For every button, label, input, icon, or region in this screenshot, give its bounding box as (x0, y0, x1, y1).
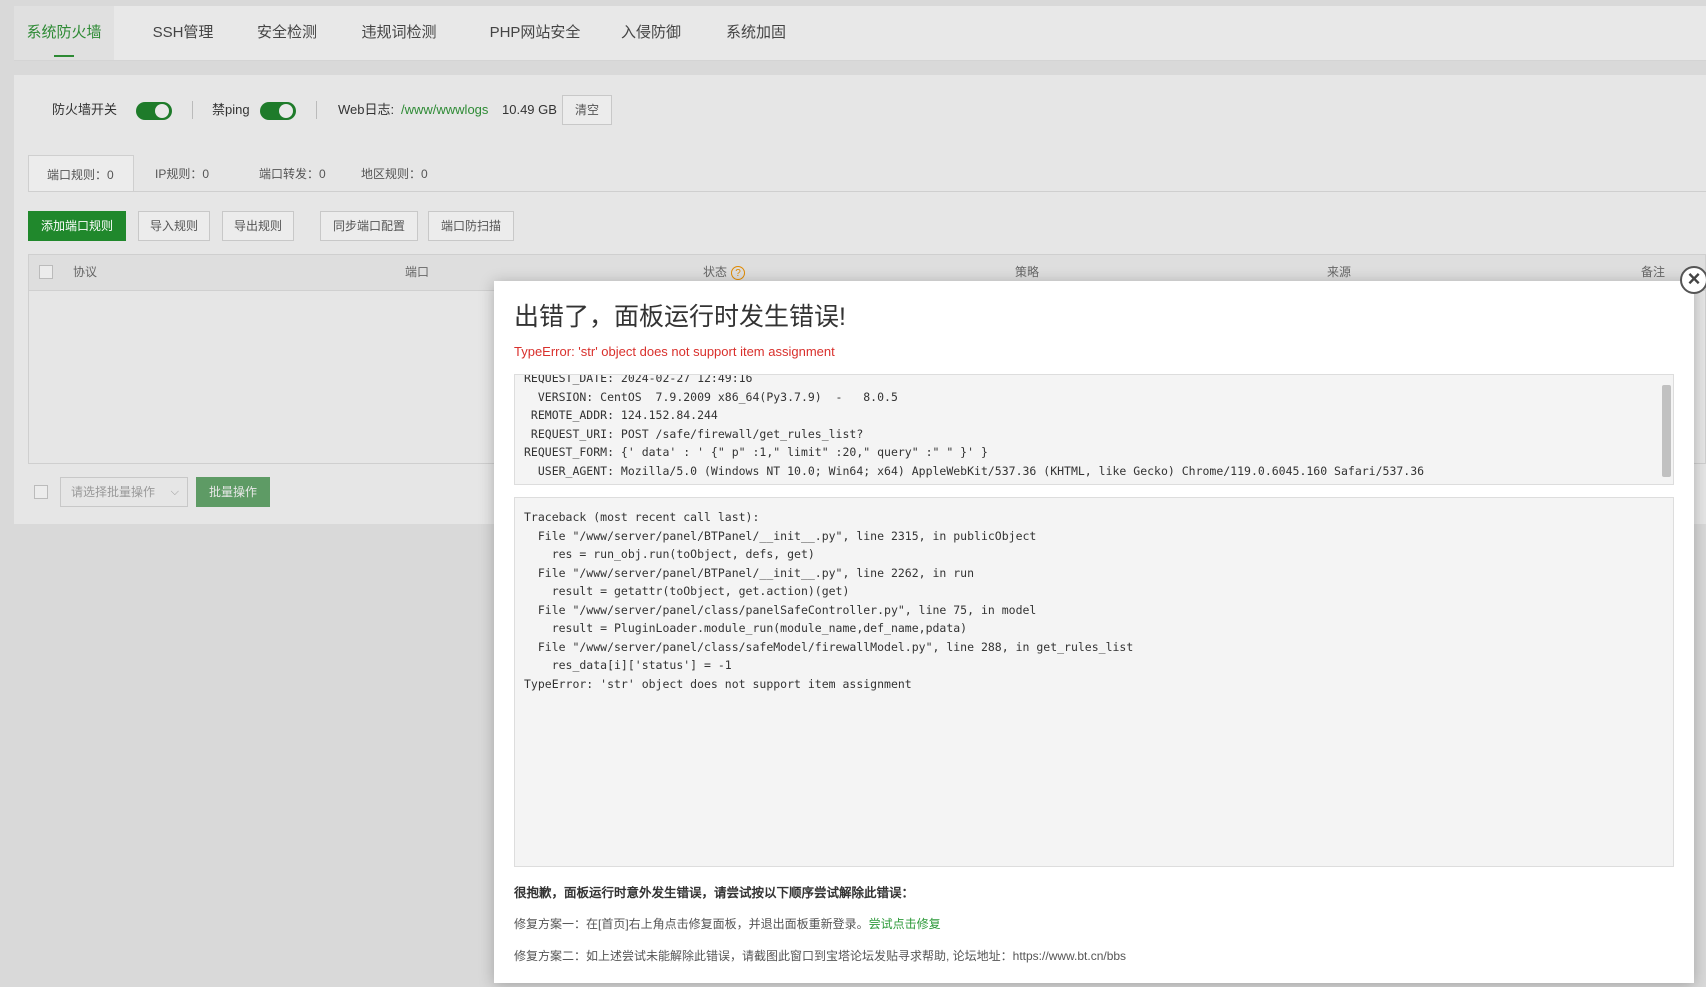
traceback-line: File "/www/server/panel/BTPanel/__init__… (524, 528, 1037, 543)
traceback-line: File "/www/server/panel/class/safeModel/… (524, 639, 1134, 654)
try-repair-link[interactable]: 尝试点击修复 (869, 917, 941, 931)
bulk-action-select[interactable]: 请选择批量操作 ⌵ (60, 477, 188, 507)
info-line: REQUEST_URI: POST /safe/firewall/get_rul… (524, 426, 864, 441)
info-line: REQUEST_FORM: {' data' : ' {" p" :1," li… (524, 445, 988, 459)
add-port-rule-button[interactable]: 添加端口规则 (28, 211, 126, 241)
bulk-select-placeholder: 请选择批量操作 (71, 485, 156, 499)
ban-ping-switch[interactable] (260, 102, 296, 120)
tab-region-rules[interactable]: 地区规则：0 (361, 155, 428, 191)
firewall-switch-label: 防火墙开关 (52, 102, 118, 117)
fix-option-one-text: 修复方案一：在[首页]右上角点击修复面板，并退出面板重新登录。 (514, 917, 869, 931)
column-protocol: 协议 (73, 265, 98, 279)
close-icon[interactable]: × (1680, 266, 1706, 294)
tab-violation-words[interactable]: 违规词检测 (346, 6, 452, 60)
fix-option-one: 修复方案一：在[首页]右上角点击修复面板，并退出面板重新登录。尝试点击修复 (514, 915, 941, 932)
info-line: REQUEST_DATE: 2024-02-27 12:49:16 (524, 374, 753, 385)
firewall-switch[interactable] (136, 102, 172, 120)
tab-security-check[interactable]: 安全检测 (240, 6, 334, 60)
traceback-line: result = PluginLoader.module_run(module_… (524, 621, 968, 635)
help-heading: 很抱歉，面板运行时意外发生错误，请尝试按以下顺序尝试解除此错误： (514, 886, 915, 900)
traceback-line: TypeError: 'str' object does not support… (524, 676, 912, 691)
info-line: VERSION: CentOS 7.9.2009 x86_64(Py3.7.9)… (524, 389, 898, 404)
traceback-line: File "/www/server/panel/BTPanel/__init__… (524, 565, 975, 580)
bulk-select-checkbox[interactable] (34, 485, 48, 499)
tab-ssh[interactable]: SSH管理 (136, 6, 230, 60)
tab-system-firewall[interactable]: 系统防火墙 (14, 6, 114, 60)
tab-ip-rules[interactable]: IP规则：0 (155, 155, 209, 191)
column-status-label: 状态 (703, 265, 728, 279)
divider (316, 101, 317, 119)
error-dialog: 出错了，面板运行时发生错误! TypeError: 'str' object d… (494, 281, 1694, 983)
traceback-line: File "/www/server/panel/class/panelSafeC… (524, 602, 1037, 617)
error-message: TypeError: 'str' object does not support… (514, 344, 835, 359)
export-rules-button[interactable]: 导出规则 (222, 211, 294, 241)
traceback-line: res_data[i]['status'] = -1 (524, 658, 732, 672)
sync-port-config-button[interactable]: 同步端口配置 (320, 211, 418, 241)
top-navigation: 系统防火墙 SSH管理 安全检测 违规词检测 PHP网站安全 入侵防御 系统加固 (14, 6, 1706, 61)
tab-system-hardening[interactable]: 系统加固 (710, 6, 802, 60)
tab-port-forward[interactable]: 端口转发：0 (259, 155, 326, 191)
help-icon[interactable]: ? (731, 266, 746, 280)
rule-tabs: 端口规则：0 IP规则：0 端口转发：0 地区规则：0 (28, 155, 1706, 192)
traceback-box[interactable]: Traceback (most recent call last): File … (514, 497, 1674, 867)
info-scrollbar[interactable] (1662, 385, 1671, 477)
import-rules-button[interactable]: 导入规则 (138, 211, 210, 241)
tab-intrusion-defense[interactable]: 入侵防御 (606, 6, 696, 60)
tab-port-rules[interactable]: 端口规则：0 (28, 155, 134, 191)
weblog-size: 10.49 GB (502, 102, 557, 117)
select-all-checkbox[interactable] (39, 265, 53, 279)
weblog-path-link[interactable]: /www/wwwlogs (401, 95, 488, 125)
bulk-operate-button[interactable]: 批量操作 (196, 477, 270, 507)
tab-php-security[interactable]: PHP网站安全 (470, 6, 600, 60)
clear-logs-button[interactable]: 清空 (562, 95, 612, 125)
info-line: USER_AGENT: Mozilla/5.0 (Windows NT 10.0… (524, 463, 1425, 478)
ban-ping-label: 禁ping (212, 102, 250, 117)
traceback-line: res = run_obj.run(toObject, defs, get) (524, 547, 815, 561)
request-info-box[interactable]: REQUEST_DATE: 2024-02-27 12:49:16 VERSIO… (514, 374, 1674, 485)
weblog-label: Web日志: (338, 102, 395, 117)
info-line: REMOTE_ADDR: 124.152.84.244 (524, 408, 718, 422)
chevron-down-icon: ⌵ (170, 486, 179, 498)
traceback-line: result = getattr(toObject, get.action)(g… (524, 584, 850, 598)
dialog-title: 出错了，面板运行时发生错误! (514, 303, 846, 331)
port-anti-scan-button[interactable]: 端口防扫描 (428, 211, 514, 241)
fix-option-two: 修复方案二：如上述尝试未能解除此错误，请截图此窗口到宝塔论坛发贴寻求帮助, 论坛… (514, 949, 1127, 963)
column-port: 端口 (405, 265, 430, 279)
divider (192, 101, 193, 119)
traceback-line: Traceback (most recent call last): (524, 510, 760, 524)
